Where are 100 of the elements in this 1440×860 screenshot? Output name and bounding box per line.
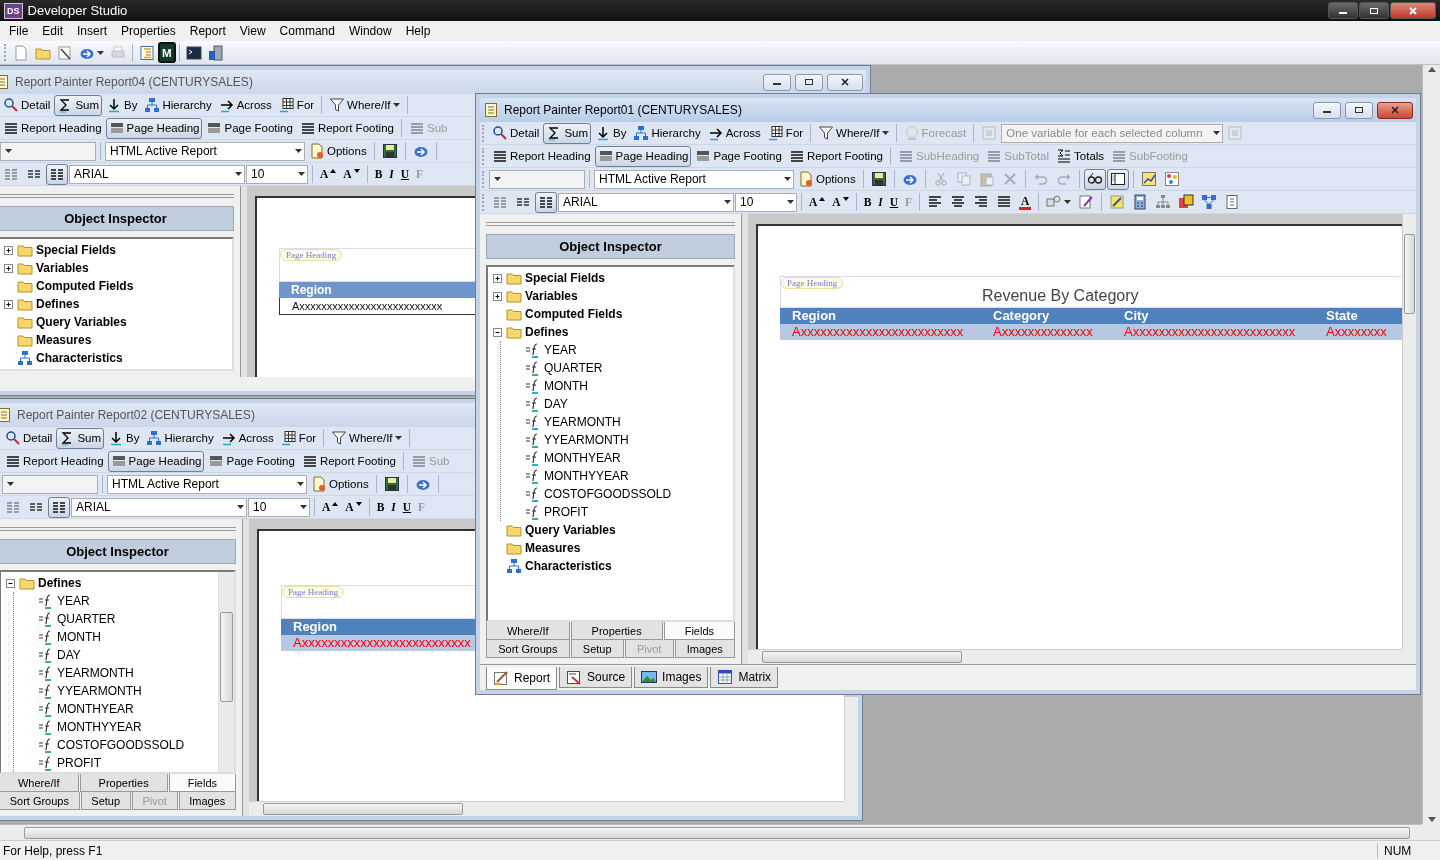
toolbar-button[interactable]: Hierarchy — [141, 94, 215, 116]
tree-item[interactable]: MONTH — [24, 628, 214, 646]
dropdown[interactable]: ARIAL — [558, 192, 734, 212]
toolbar-button[interactable]: Detail — [489, 122, 543, 144]
tree-item[interactable]: Characteristics — [3, 349, 228, 367]
tab[interactable]: Images — [674, 640, 735, 658]
menu-item[interactable]: File — [2, 21, 36, 41]
tab[interactable]: Properties — [570, 622, 663, 640]
tab[interactable]: Report — [486, 667, 558, 690]
toolbar-button[interactable]: Sum — [543, 122, 592, 144]
dropdown[interactable]: HTML Active Report — [105, 141, 305, 161]
toolbar-button[interactable]: B — [860, 191, 875, 213]
toolbar-button[interactable]: Report Footing — [298, 450, 399, 472]
tree-item[interactable]: Defines — [3, 295, 228, 313]
tree-item[interactable]: Measures — [492, 539, 729, 557]
tree-item[interactable]: YYEARMONTH — [24, 682, 214, 700]
tree-item[interactable]: Variables — [3, 259, 228, 277]
tab[interactable]: Fields — [168, 774, 236, 792]
menu-item[interactable]: Command — [272, 21, 342, 41]
toolbar-button[interactable]: By — [103, 94, 141, 116]
tree-item[interactable]: DAY — [24, 646, 214, 664]
tree-item[interactable]: QUARTER — [511, 359, 729, 377]
menu-item[interactable]: Help — [398, 21, 438, 41]
toolbar-button[interactable]: Report Heading — [0, 117, 105, 139]
tab[interactable]: Sort Groups — [486, 640, 570, 658]
menu-item[interactable]: Properties — [114, 21, 183, 41]
toolbar-button[interactable]: Hierarchy — [630, 122, 704, 144]
tree-item[interactable]: Query Variables — [492, 521, 729, 539]
tree-item[interactable]: MONTHYYEAR — [24, 718, 214, 736]
toolbar-button[interactable]: Sum — [56, 427, 105, 449]
toolbar-button[interactable]: Where/If — [815, 122, 892, 144]
toolbar-button[interactable]: Report Footing — [296, 117, 397, 139]
dropdown[interactable]: HTML Active Report — [594, 169, 794, 189]
tab[interactable]: Where/If — [486, 622, 570, 640]
tab[interactable]: Where/If — [0, 774, 79, 792]
toolbar-button[interactable]: For — [277, 427, 320, 449]
toolbar-button[interactable]: For — [275, 94, 318, 116]
toolbar-button[interactable]: Options — [308, 473, 372, 495]
menu-item[interactable]: Insert — [70, 21, 115, 41]
toolbar-button[interactable]: Report Footing — [785, 145, 886, 167]
toolbar-button[interactable]: Report Heading — [489, 145, 594, 167]
toolbar-button[interactable]: Page Heading — [107, 450, 205, 472]
dropdown[interactable]: ARIAL — [69, 164, 245, 184]
toolbar-button[interactable]: A — [340, 163, 363, 185]
toolbar-button[interactable]: By — [592, 122, 630, 144]
tree-item[interactable]: COSTOFGOODSSOLD — [511, 485, 729, 503]
tree-item[interactable]: YEAR — [511, 341, 729, 359]
toolbar-button[interactable]: Where/If — [326, 94, 403, 116]
toolbar-button[interactable]: Options — [795, 168, 859, 190]
toolbar-button[interactable]: U — [397, 163, 413, 185]
toolbar-button[interactable]: A — [829, 191, 852, 213]
toolbar-button[interactable]: A — [319, 496, 342, 518]
toolbar-button[interactable]: Across — [215, 94, 275, 116]
tree-item[interactable]: YEAR — [24, 592, 214, 610]
tree-item[interactable]: Variables — [492, 287, 729, 305]
toolbar-button[interactable]: M — [158, 42, 176, 63]
toolbar-button[interactable]: I — [386, 163, 397, 185]
tree-item[interactable]: Special Fields — [3, 241, 228, 259]
toolbar-button[interactable]: Totals — [1053, 145, 1108, 167]
toolbar-button[interactable]: U — [886, 191, 902, 213]
tree-item[interactable]: PROFIT — [511, 503, 729, 521]
tree-item[interactable]: MONTHYEAR — [24, 700, 214, 718]
tab[interactable]: Images — [178, 792, 236, 810]
toolbar-button[interactable]: Page Footing — [692, 145, 785, 167]
tab[interactable]: Source — [559, 667, 633, 688]
toolbar-button[interactable]: Detail — [2, 427, 56, 449]
toolbar-button[interactable]: A — [1016, 191, 1035, 213]
toolbar-button[interactable]: A — [317, 163, 340, 185]
tree-item[interactable]: MONTH — [511, 377, 729, 395]
tab[interactable]: Properties — [79, 774, 168, 792]
tab[interactable]: Fields — [663, 622, 735, 640]
toolbar-button[interactable]: By — [105, 427, 143, 449]
toolbar-button[interactable]: For — [764, 122, 807, 144]
toolbar-button[interactable]: Where/If — [328, 427, 405, 449]
toolbar-button[interactable]: Sum — [54, 94, 103, 116]
tree-item[interactable]: MONTHYYEAR — [511, 467, 729, 485]
toolbar-button[interactable]: Across — [217, 427, 277, 449]
toolbar-button[interactable]: Page Heading — [594, 145, 692, 167]
menu-item[interactable]: Window — [341, 21, 399, 41]
toolbar-button[interactable]: Hierarchy — [143, 427, 217, 449]
tree-item[interactable]: COSTOFGOODSSOLD — [24, 736, 214, 754]
tree-item[interactable]: Defines — [492, 323, 729, 341]
tree-item[interactable]: MONTHYEAR — [511, 449, 729, 467]
menu-item[interactable]: Edit — [35, 21, 71, 41]
toolbar-button[interactable]: Report Heading — [2, 450, 107, 472]
tree-item[interactable]: QUARTER — [24, 610, 214, 628]
dropdown[interactable]: 10 — [246, 164, 308, 184]
toolbar-button[interactable]: B — [373, 496, 388, 518]
menu-item[interactable]: Report — [182, 21, 233, 41]
dropdown[interactable]: HTML Active Report — [107, 474, 307, 494]
tab[interactable]: Matrix — [710, 667, 779, 688]
toolbar-button[interactable]: A — [806, 191, 829, 213]
tree-item[interactable]: YYEARMONTH — [511, 431, 729, 449]
tree-item[interactable]: Measures — [3, 331, 228, 349]
toolbar-button[interactable]: I — [875, 191, 886, 213]
tab[interactable]: Sort Groups — [0, 792, 80, 810]
toolbar-button[interactable]: I — [388, 496, 399, 518]
toolbar-button[interactable]: A — [342, 496, 365, 518]
toolbar-button[interactable]: Page Footing — [203, 117, 296, 139]
tree-item[interactable]: Computed Fields — [492, 305, 729, 323]
